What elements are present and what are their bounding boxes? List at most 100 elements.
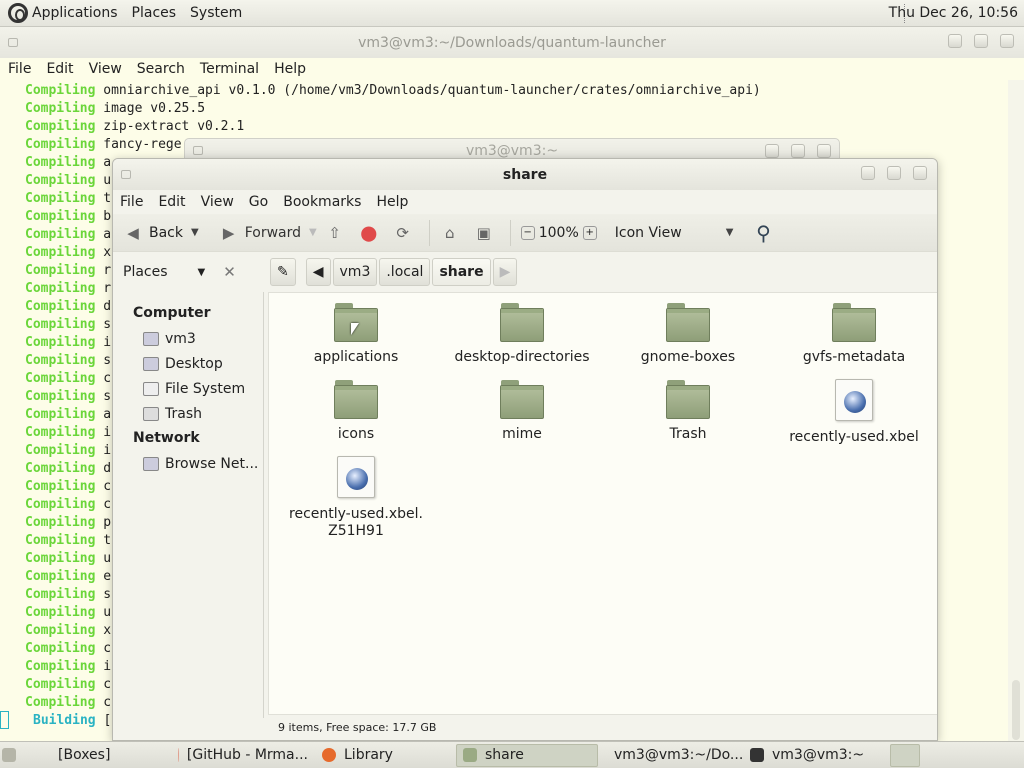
minimize-button[interactable] bbox=[765, 144, 779, 158]
reload-button[interactable]: ⟳ bbox=[389, 218, 423, 248]
compile-target: c bbox=[103, 479, 112, 494]
sidebar-heading-computer: Computer bbox=[133, 305, 211, 321]
path-scroll-right-button[interactable]: ▶ bbox=[492, 258, 518, 286]
workspace-switcher[interactable] bbox=[890, 743, 920, 767]
folder-icon bbox=[666, 380, 710, 420]
folder-item[interactable]: icons bbox=[281, 380, 431, 443]
compile-target: i bbox=[103, 335, 112, 350]
compile-target: s bbox=[103, 317, 112, 332]
distro-logo-icon[interactable] bbox=[8, 3, 28, 23]
maximize-button[interactable] bbox=[974, 34, 988, 48]
file-item[interactable]: recently-used.xbel bbox=[779, 379, 929, 446]
scrollbar-thumb[interactable] bbox=[1012, 680, 1020, 740]
path-button-share[interactable]: share bbox=[432, 258, 491, 286]
folder-item[interactable]: gnome-boxes bbox=[613, 303, 763, 366]
toggle-location-entry-button[interactable]: ✎ bbox=[270, 258, 296, 286]
back-history-dropdown-icon[interactable]: ▼ bbox=[191, 227, 199, 238]
back-button[interactable]: ◀ Back ▼ bbox=[119, 218, 203, 248]
sidebar-resize-handle[interactable] bbox=[263, 292, 267, 718]
compile-keyword: Compiling bbox=[25, 209, 96, 224]
forward-history-dropdown-icon[interactable]: ▼ bbox=[309, 227, 317, 238]
desktop-icon bbox=[143, 356, 159, 371]
folder-item[interactable]: desktop-directories bbox=[447, 303, 597, 366]
maximize-button[interactable] bbox=[791, 144, 805, 158]
taskbar-item-github[interactable]: [GitHub - Mrma... bbox=[172, 744, 314, 767]
minimize-button[interactable] bbox=[861, 166, 875, 180]
taskbar-item-share[interactable]: share bbox=[456, 743, 598, 767]
item-label-line2: Z51H91 bbox=[328, 523, 384, 539]
folder-item[interactable]: gvfs-metadata bbox=[779, 303, 929, 366]
system-menu[interactable]: System bbox=[190, 5, 242, 21]
maximize-button[interactable] bbox=[887, 166, 901, 180]
path-scroll-left-button[interactable]: ◀ bbox=[305, 258, 331, 286]
item-label: Trash bbox=[669, 426, 707, 442]
sidebar-item-trash[interactable]: Trash bbox=[113, 401, 263, 426]
taskbar-item-terminal-downloads[interactable]: vm3@vm3:~/Do... bbox=[600, 744, 742, 767]
home-button[interactable]: ⌂ bbox=[436, 218, 470, 248]
menu-help[interactable]: Help bbox=[376, 194, 408, 210]
sidebar-item-browse-network[interactable]: Browse Net... bbox=[113, 451, 263, 476]
compile-keyword: Compiling bbox=[25, 497, 96, 512]
view-mode-select[interactable]: Icon View bbox=[615, 225, 682, 241]
sidebar-item-file-system[interactable]: File System bbox=[113, 376, 263, 401]
menu-search[interactable]: Search bbox=[137, 61, 185, 77]
file-item[interactable]: recently-used.xbel. Z51H91 bbox=[281, 456, 431, 540]
home-folder-icon: ⌂ bbox=[444, 223, 455, 242]
clock[interactable]: Thu Dec 26, 10:56 bbox=[889, 5, 1018, 21]
compile-keyword: Compiling bbox=[25, 695, 96, 710]
sidebar-item-desktop[interactable]: Desktop bbox=[113, 351, 263, 376]
terminal-scrollbar[interactable] bbox=[1008, 80, 1024, 741]
taskbar-item-library[interactable]: Library bbox=[316, 744, 454, 767]
show-desktop-button[interactable] bbox=[0, 744, 22, 767]
compile-keyword: Compiling bbox=[25, 659, 96, 674]
close-sidebar-icon[interactable]: ✕ bbox=[223, 263, 236, 281]
minimize-button[interactable] bbox=[948, 34, 962, 48]
menu-go[interactable]: Go bbox=[249, 194, 268, 210]
icon-view[interactable]: applications desktop-directories gnome-b… bbox=[268, 292, 937, 715]
close-button[interactable] bbox=[913, 166, 927, 180]
zoom-in-icon[interactable]: + bbox=[582, 225, 597, 240]
window-menu-icon[interactable] bbox=[121, 170, 131, 179]
menu-view[interactable]: View bbox=[201, 194, 234, 210]
sidebar-dropdown-icon[interactable]: ▼ bbox=[198, 267, 206, 278]
terminal-titlebar[interactable]: vm3@vm3:~/Downloads/quantum-launcher bbox=[0, 27, 1024, 58]
menu-terminal[interactable]: Terminal bbox=[200, 61, 259, 77]
compile-target: d bbox=[103, 299, 112, 314]
menu-edit[interactable]: Edit bbox=[158, 194, 185, 210]
path-button-vm3[interactable]: vm3 bbox=[332, 258, 378, 286]
compile-target: i bbox=[103, 443, 112, 458]
menu-bookmarks[interactable]: Bookmarks bbox=[283, 194, 361, 210]
menu-view[interactable]: View bbox=[89, 61, 122, 77]
menu-help[interactable]: Help bbox=[274, 61, 306, 77]
menu-edit[interactable]: Edit bbox=[46, 61, 73, 77]
search-icon[interactable]: ⚲ bbox=[753, 221, 773, 245]
folder-item[interactable]: mime bbox=[447, 380, 597, 443]
zoom-level[interactable]: 100% bbox=[539, 225, 579, 241]
close-button[interactable] bbox=[1000, 34, 1014, 48]
up-arrow-icon: ⇧ bbox=[328, 223, 341, 242]
sidebar-type-select[interactable]: Places bbox=[123, 264, 168, 280]
computer-button[interactable]: ▣ bbox=[470, 218, 504, 248]
up-button[interactable]: ⇧ bbox=[321, 218, 355, 248]
view-mode-dropdown-icon[interactable]: ▼ bbox=[726, 227, 734, 238]
stop-button[interactable]: ⬤ bbox=[355, 218, 389, 248]
zoom-out-icon[interactable]: − bbox=[520, 225, 535, 240]
places-menu[interactable]: Places bbox=[132, 5, 177, 21]
applications-menu[interactable]: Applications bbox=[32, 5, 118, 21]
close-button[interactable] bbox=[817, 144, 831, 158]
window-menu-icon[interactable] bbox=[193, 146, 203, 155]
item-label: mime bbox=[502, 426, 542, 442]
forward-button[interactable]: ▶ Forward ▼ bbox=[215, 218, 321, 248]
taskbar-item-boxes[interactable]: [Boxes] bbox=[52, 744, 170, 767]
path-button-local[interactable]: .local bbox=[379, 258, 431, 286]
menu-file[interactable]: File bbox=[8, 61, 31, 77]
sidebar-item-vm3[interactable]: vm3 bbox=[113, 326, 263, 351]
taskbar-item-terminal-home[interactable]: vm3@vm3:~ bbox=[744, 744, 886, 767]
menu-file[interactable]: File bbox=[120, 194, 143, 210]
file-manager-titlebar[interactable]: share bbox=[113, 159, 937, 190]
folder-item[interactable]: Trash bbox=[613, 380, 763, 443]
compile-keyword: Compiling bbox=[25, 389, 96, 404]
window-menu-icon[interactable] bbox=[8, 38, 18, 47]
compile-keyword: Compiling bbox=[25, 407, 96, 422]
sidebar-item-label: Browse Net... bbox=[165, 455, 259, 472]
